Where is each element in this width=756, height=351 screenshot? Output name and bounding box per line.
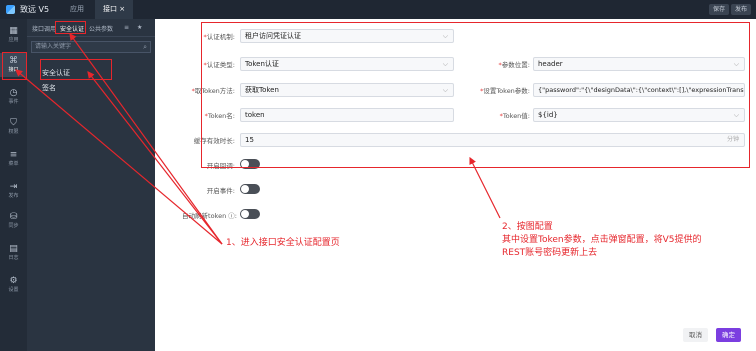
sidebar-item-label: 发布 [8,193,19,199]
permission-icon: ⛉ [10,118,17,128]
sidebar-item-label: 日志 [8,255,19,261]
list-icon: ≡ [9,150,18,160]
sidebar-item-settings[interactable]: ⚙ 设置 [0,273,27,297]
enable-event-label: 开启事件: [206,187,235,195]
menu-icon[interactable]: ≡ [124,24,129,31]
annotation-step2-line2: REST账号密码更新上去 [502,248,598,258]
app-title: 致远 V5 [20,5,50,14]
log-icon: ▤ [9,244,18,254]
tab-interface-call[interactable]: 接口调用 [32,24,56,33]
auto-refresh-token-label: 自动刷新token ⓘ: [182,212,237,220]
toggle-knob [241,185,249,193]
annotation-step2-line1: 其中设置Token参数，点击弹窗配置，将V5提供的 [502,235,702,245]
toggle-knob [241,210,249,218]
sidebar-item-label: 菜单 [8,161,19,167]
publish-button[interactable]: 发布 [731,4,752,15]
sidebar-item-log[interactable]: ▤ 日志 [0,241,27,265]
tab-apps[interactable]: 应用 [62,0,92,19]
sidebar-item-publish[interactable]: ⇥ 发布 [0,179,27,203]
sidebar-item-label: 设置 [8,287,19,293]
sync-icon: ⛁ [9,212,18,222]
tab-interface[interactable]: 接口 × [95,0,134,19]
sidebar-item-menu[interactable]: ≡ 菜单 [0,147,27,171]
publish-icon: ⇥ [9,182,18,192]
highlight-box-security-item [40,59,112,80]
sidebar-item-label: 应用 [8,37,19,43]
enable-event-toggle[interactable] [240,184,260,194]
grid-icon: ▦ [9,26,18,36]
highlight-box-interface-icon [2,52,27,80]
close-icon[interactable]: × [119,5,125,13]
tab-public-params[interactable]: 公共参数 [89,24,113,33]
search-placeholder: 请输入关键字 [35,43,72,50]
highlight-box-form [201,22,750,168]
save-button[interactable]: 保存 [709,4,730,15]
sidebar-item-permission[interactable]: ⛉ 权限 [0,115,27,139]
sidebar-item-label: 权限 [8,129,19,135]
highlight-box-security-tab [55,21,86,34]
list-item-signature[interactable]: 签名 [42,83,56,93]
annotation-step2-title: 2、按图配置 [502,222,553,232]
search-input[interactable]: 请输入关键字 ⌕ [31,41,151,53]
tab-interface-label: 接口 [103,5,117,13]
search-icon[interactable]: ⌕ [143,42,147,52]
annotation-step1: 1、进入接口安全认证配置页 [226,238,340,248]
cancel-button[interactable]: 取消 [683,328,708,342]
top-bar: 致远 V5 应用 接口 × 保存 发布 [0,0,756,19]
event-icon: ◷ [9,88,18,98]
help-icon: ⓘ [228,212,235,220]
sidebar-item-sync[interactable]: ⛁ 同步 [0,209,27,233]
app-logo-icon [6,5,15,14]
sidebar-item-label: 同步 [8,223,19,229]
sidebar-item-apps[interactable]: ▦ 应用 [0,23,27,47]
panel-tabs: 接口调用 安全认证 公共参数 ≡ ★ [27,19,155,37]
confirm-button[interactable]: 确定 [716,328,741,342]
auto-refresh-token-toggle[interactable] [240,209,260,219]
sidebar-item-label: 事件 [8,99,19,105]
settings-icon: ⚙ [9,276,18,286]
sidebar-item-event[interactable]: ◷ 事件 [0,85,27,109]
star-icon[interactable]: ★ [137,24,142,31]
